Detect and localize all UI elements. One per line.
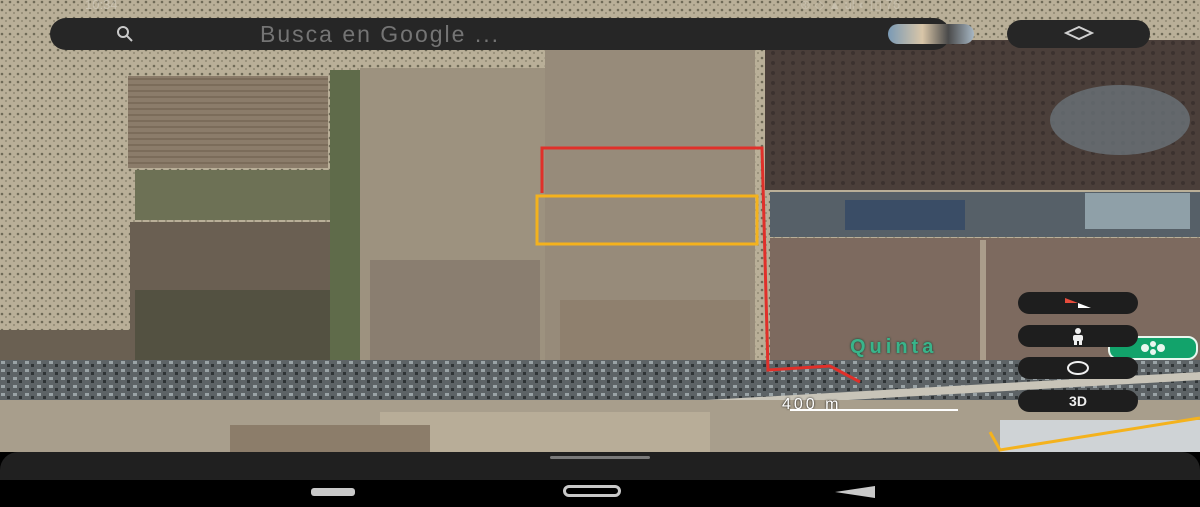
layers-button[interactable] [1007,20,1150,48]
search-placeholder[interactable]: Busca en Google ... [260,21,500,48]
layers-icon [1064,26,1094,41]
my-location-button[interactable] [1018,357,1138,379]
status-bar: 10:34 ⊕ ◇ ▲ ul ◐ ◫ 76 [0,0,1200,14]
place-label[interactable]: Quinta [850,336,937,359]
3d-button[interactable]: 3D [1018,390,1138,412]
satellite-map[interactable] [0,0,1200,460]
back-button[interactable] [835,486,875,498]
avatar[interactable] [888,24,974,44]
status-indicators: ⊕ ◇ ▲ ul ◐ ◫ 76 [800,0,901,12]
location-icon [1067,361,1089,375]
status-time: 10:34 [85,0,118,12]
compass-button[interactable] [1018,292,1138,314]
home-button[interactable] [563,485,621,497]
search-icon[interactable] [116,25,134,43]
recent-apps-button[interactable] [311,488,355,496]
search-bar[interactable]: Busca en Google ... [50,18,974,50]
pegman-icon [1073,328,1083,345]
bottom-sheet-handle[interactable] [550,456,650,459]
street-view-button[interactable] [1018,325,1138,347]
scale-label: 400 m [782,396,842,413]
compass-icon [1065,298,1091,308]
satellite-imagery [0,0,1200,460]
scale-bar [790,409,958,411]
place-pin-icon [1141,341,1165,355]
